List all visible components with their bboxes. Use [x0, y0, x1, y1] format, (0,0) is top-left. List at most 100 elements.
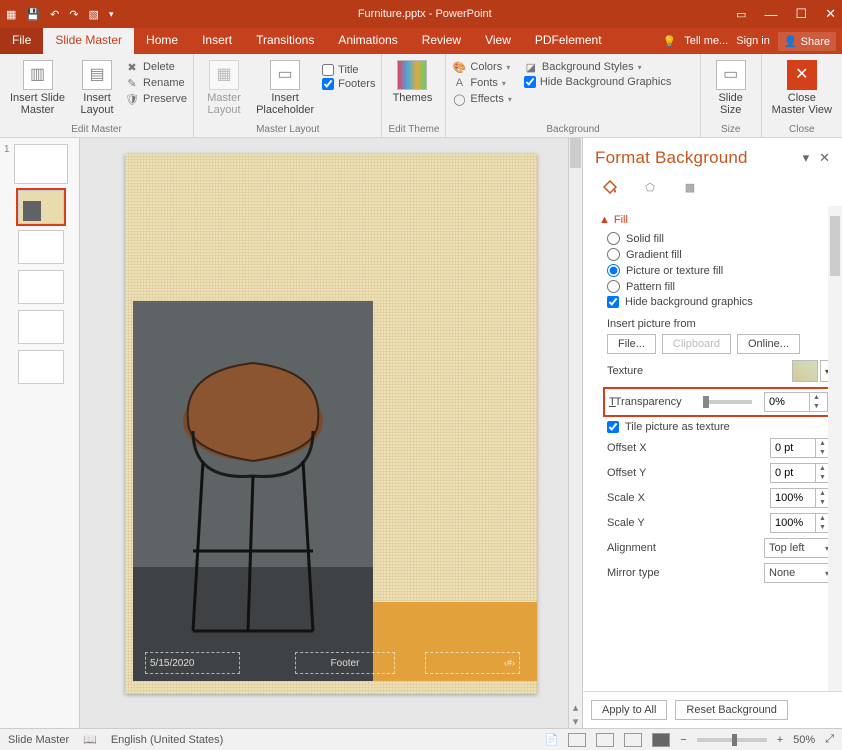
effects-tab-icon[interactable]: ⬠ [637, 174, 663, 200]
ribbon-options-icon[interactable]: ▭ [736, 8, 746, 21]
rename-button[interactable]: ✎Rename [125, 76, 187, 90]
tab-file[interactable]: File [0, 28, 43, 54]
scale-x-spinner[interactable]: ▲▼ [770, 488, 834, 508]
apply-to-all-button[interactable]: Apply to All [591, 700, 667, 720]
mirror-combo[interactable]: None▾ [764, 563, 834, 583]
layout-thumbnail[interactable] [18, 270, 64, 304]
master-thumbnail[interactable] [14, 144, 68, 184]
picture-fill-radio[interactable]: Picture or texture fill [607, 264, 834, 277]
effects-button[interactable]: ◯Effects▾ [452, 92, 511, 106]
zoom-out-icon[interactable]: − [680, 734, 686, 746]
layout-thumbnail[interactable] [18, 230, 64, 264]
footers-checkbox[interactable]: Footers [322, 78, 375, 90]
zoom-in-icon[interactable]: + [777, 734, 783, 746]
tell-me[interactable]: Tell me... [684, 35, 728, 47]
hide-bg-graphics-check[interactable]: Hide background graphics [607, 296, 834, 308]
transparency-spinner[interactable]: ▲▼ [764, 392, 828, 412]
reading-view-icon[interactable] [624, 733, 642, 747]
themes-button[interactable]: Themes [388, 56, 436, 108]
hide-bg-graphics-checkbox[interactable]: Hide Background Graphics [524, 76, 671, 88]
layout-thumbnail[interactable] [18, 190, 64, 224]
bg-styles-icon: ◪ [524, 60, 538, 74]
ribbon: ▥ Insert Slide Master ▤ Insert Layout ✖D… [0, 54, 842, 138]
offset-y-spinner[interactable]: ▲▼ [770, 463, 834, 483]
tab-insert[interactable]: Insert [190, 28, 244, 54]
save-icon[interactable]: 💾 [26, 8, 40, 21]
zoom-level[interactable]: 50% [793, 734, 815, 746]
fill-section[interactable]: ▲ Fill [599, 214, 834, 226]
tab-animations[interactable]: Animations [326, 28, 409, 54]
tab-transitions[interactable]: Transitions [244, 28, 326, 54]
minimize-icon[interactable]: — [764, 7, 777, 22]
slide-number-placeholder[interactable]: ‹#› [425, 652, 520, 674]
texture-picker[interactable] [792, 360, 818, 382]
transparency-slider[interactable] [703, 400, 752, 404]
date-placeholder[interactable]: 5/15/2020 [145, 652, 240, 674]
spellcheck-icon[interactable]: 📖 [83, 733, 97, 746]
gradient-fill-radio[interactable]: Gradient fill [607, 248, 834, 261]
title-checkbox[interactable]: Title [322, 64, 375, 76]
footer-placeholder[interactable]: Footer [295, 652, 395, 674]
vertical-scrollbar[interactable]: ▴ ▾ [568, 138, 582, 728]
redo-icon[interactable]: ↷ [69, 8, 78, 21]
spin-down-icon[interactable]: ▼ [810, 402, 823, 411]
tab-pdfelement[interactable]: PDFelement [523, 28, 614, 54]
scrollbar-thumb[interactable] [570, 138, 581, 168]
delete-button[interactable]: ✖Delete [125, 60, 187, 74]
sign-in[interactable]: Sign in [736, 35, 770, 47]
undo-icon[interactable]: ↶ [50, 8, 59, 21]
pane-options-icon[interactable]: ▾ [803, 150, 810, 166]
sorter-view-icon[interactable] [596, 733, 614, 747]
group-label: Close [768, 124, 836, 137]
next-slide-icon[interactable]: ▾ [569, 714, 582, 728]
tab-slide-master[interactable]: Slide Master [43, 28, 134, 54]
start-from-beginning-icon[interactable]: ▧ [89, 8, 99, 21]
tab-view[interactable]: View [473, 28, 523, 54]
prev-slide-icon[interactable]: ▴ [569, 700, 582, 714]
offset-x-spinner[interactable]: ▲▼ [770, 438, 834, 458]
fit-to-window-icon[interactable]: ⤢ [825, 733, 834, 746]
slide[interactable]: 5/15/2020 Footer ‹#› [125, 154, 537, 694]
close-icon[interactable]: ✕ [825, 6, 836, 22]
notes-button[interactable]: 📄 [545, 733, 559, 746]
reset-background-button[interactable]: Reset Background [675, 700, 788, 720]
slide-canvas[interactable]: 5/15/2020 Footer ‹#› ▴ ▾ [80, 138, 582, 728]
language-label[interactable]: English (United States) [111, 734, 224, 746]
slideshow-view-icon[interactable] [652, 733, 670, 747]
tab-home[interactable]: Home [134, 28, 190, 54]
texture-label: Texture [607, 365, 689, 377]
slide-size-button[interactable]: ▭ Slide Size [707, 56, 755, 120]
fill-tab-icon[interactable] [597, 174, 623, 200]
tile-checkbox[interactable]: Tile picture as texture [607, 421, 834, 433]
background-styles-button[interactable]: ◪Background Styles▾ [524, 60, 671, 74]
file-button[interactable]: File... [607, 334, 656, 354]
preserve-button[interactable]: 🛡Preserve [125, 92, 187, 106]
tab-review[interactable]: Review [410, 28, 473, 54]
transparency-input[interactable] [765, 396, 809, 408]
zoom-slider[interactable] [697, 738, 767, 742]
colors-button[interactable]: 🎨Colors▾ [452, 60, 511, 74]
share-button[interactable]: 👤 Share [778, 32, 836, 51]
pattern-fill-radio[interactable]: Pattern fill [607, 280, 834, 293]
insert-slide-master-button[interactable]: ▥ Insert Slide Master [6, 56, 69, 120]
close-master-view-button[interactable]: ✕ Close Master View [768, 56, 836, 120]
scale-y-spinner[interactable]: ▲▼ [770, 513, 834, 533]
layout-thumbnail[interactable] [18, 310, 64, 344]
insert-layout-button[interactable]: ▤ Insert Layout [73, 56, 121, 120]
layout-thumbnail[interactable] [18, 350, 64, 384]
fonts-button[interactable]: AFonts▾ [452, 76, 511, 90]
normal-view-icon[interactable] [568, 733, 586, 747]
pane-body[interactable]: ▲ Fill Solid fill Gradient fill Picture … [583, 206, 842, 691]
online-button[interactable]: Online... [737, 334, 800, 354]
solid-fill-radio[interactable]: Solid fill [607, 232, 834, 245]
group-background: 🎨Colors▾ AFonts▾ ◯Effects▾ ◪Background S… [446, 54, 700, 137]
insert-placeholder-button[interactable]: ▭ Insert Placeholder [252, 56, 318, 120]
alignment-combo[interactable]: Top left▾ [764, 538, 834, 558]
pane-close-icon[interactable]: ✕ [819, 150, 830, 166]
placeholder-icon: ▭ [270, 60, 300, 90]
picture-tab-icon[interactable]: ▩ [677, 174, 703, 200]
maximize-icon[interactable]: ☐ [795, 6, 807, 22]
thumbnail-pane[interactable]: 1 [0, 138, 80, 728]
spin-up-icon[interactable]: ▲ [810, 393, 823, 402]
pane-scrollbar[interactable] [828, 206, 842, 691]
